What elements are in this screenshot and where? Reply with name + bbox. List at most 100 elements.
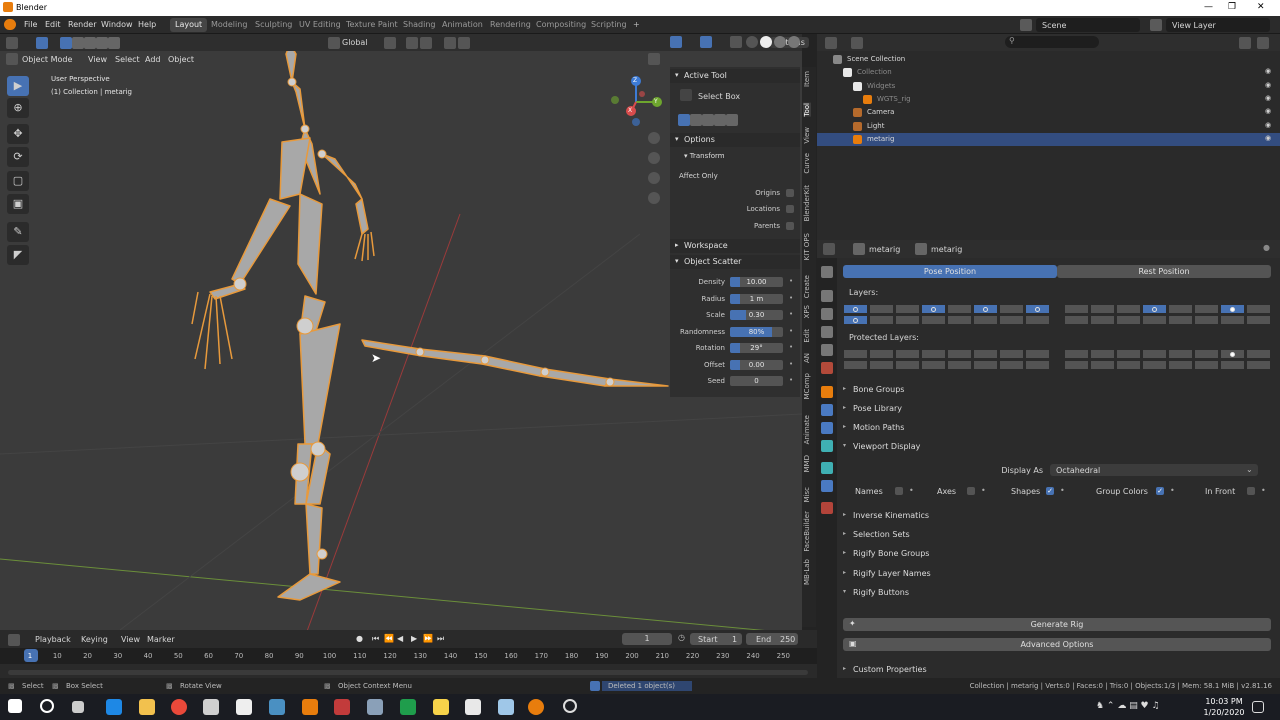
scene-tab-icon[interactable] bbox=[821, 344, 833, 356]
tab-animation[interactable]: Animation bbox=[437, 18, 488, 32]
scene-icon[interactable] bbox=[1020, 19, 1032, 31]
layer-toggle[interactable] bbox=[1168, 304, 1193, 314]
task-view-icon[interactable] bbox=[72, 701, 84, 713]
layer-toggle[interactable] bbox=[1116, 360, 1141, 370]
layer-toggle[interactable] bbox=[1116, 304, 1141, 314]
timeline-editor-icon[interactable] bbox=[8, 634, 20, 646]
layer-toggle[interactable] bbox=[869, 315, 894, 325]
layer-toggle[interactable] bbox=[1246, 349, 1271, 359]
tab-sculpting[interactable]: Sculpting bbox=[250, 18, 297, 32]
layer-toggle[interactable] bbox=[895, 349, 920, 359]
sidebar-tab[interactable]: Item bbox=[803, 71, 811, 87]
layer-toggle[interactable] bbox=[843, 304, 868, 314]
tab-uv-editing[interactable]: UV Editing bbox=[294, 18, 346, 32]
parents-checkbox[interactable] bbox=[786, 222, 794, 230]
outliner-search-input[interactable]: ⚲ bbox=[1005, 36, 1099, 48]
inverse-kinematics-panel[interactable]: ▸ Inverse Kinematics bbox=[839, 507, 1280, 525]
play-reverse-icon[interactable]: ◀ bbox=[397, 634, 403, 643]
keyframe-dot-icon[interactable]: • bbox=[789, 376, 793, 384]
blender-menu-icon[interactable] bbox=[4, 19, 16, 30]
snap-target-icon[interactable] bbox=[420, 37, 432, 49]
move-tool[interactable]: ✥ bbox=[7, 124, 29, 144]
app-icon-1[interactable] bbox=[236, 699, 252, 715]
scene-selector[interactable]: Scene bbox=[1036, 18, 1140, 32]
pose-position-button[interactable]: Pose Position bbox=[843, 265, 1057, 278]
layer-toggle[interactable] bbox=[1064, 315, 1089, 325]
layer-toggle[interactable] bbox=[947, 304, 972, 314]
layer-toggle[interactable] bbox=[1220, 315, 1245, 325]
prev-keyframe-icon[interactable]: ⏪ bbox=[384, 634, 394, 643]
layer-toggle[interactable] bbox=[1090, 304, 1115, 314]
viewport-display-panel[interactable]: ▾ Viewport Display bbox=[839, 438, 1280, 456]
workspace-section[interactable]: ▸ Workspace bbox=[670, 239, 800, 253]
keyframe-dot-icon[interactable]: • bbox=[789, 360, 793, 368]
scatter-field[interactable]: 0 bbox=[730, 376, 783, 386]
layer-toggle[interactable] bbox=[1220, 349, 1245, 359]
blender-taskbar-icon[interactable] bbox=[528, 699, 544, 715]
menu-keying[interactable]: Keying bbox=[81, 635, 108, 644]
transform-orientation-icon[interactable] bbox=[328, 37, 340, 49]
record-icon[interactable]: ● bbox=[356, 634, 363, 643]
tab-scripting[interactable]: Scripting bbox=[586, 18, 632, 32]
pan-hand-icon[interactable] bbox=[648, 152, 660, 164]
notifications-icon[interactable] bbox=[1252, 701, 1264, 713]
menu-render[interactable]: Render bbox=[68, 20, 96, 29]
layer-toggle[interactable] bbox=[843, 315, 868, 325]
layer-toggle[interactable] bbox=[1246, 360, 1271, 370]
display-checkbox[interactable] bbox=[967, 487, 975, 495]
measure-tool[interactable]: ◤ bbox=[7, 245, 29, 265]
layer-toggle[interactable] bbox=[973, 315, 998, 325]
menu-view[interactable]: View bbox=[88, 55, 107, 64]
outliner-row[interactable]: WGTS_rig ◉ bbox=[817, 93, 1280, 106]
layer-toggle[interactable] bbox=[1142, 349, 1167, 359]
menu-select[interactable]: Select bbox=[115, 55, 140, 64]
layer-toggle[interactable] bbox=[869, 304, 894, 314]
rigify-bone-groups-panel[interactable]: ▸ Rigify Bone Groups bbox=[839, 545, 1280, 563]
layer-toggle[interactable] bbox=[895, 315, 920, 325]
sidebar-tab[interactable]: Tool bbox=[803, 103, 811, 117]
next-keyframe-icon[interactable]: ⏩ bbox=[423, 634, 433, 643]
layer-toggle[interactable] bbox=[1064, 349, 1089, 359]
cursor-tool[interactable]: ⊕ bbox=[7, 98, 29, 118]
select-invert-icon[interactable] bbox=[96, 37, 108, 49]
layer-toggle[interactable] bbox=[869, 360, 894, 370]
layer-toggle[interactable] bbox=[1246, 304, 1271, 314]
properties-editor-icon[interactable] bbox=[823, 243, 835, 255]
visibility-eye-icon[interactable]: ◉ bbox=[1265, 134, 1271, 142]
layer-toggle[interactable] bbox=[1090, 349, 1115, 359]
keyframe-dot-icon[interactable]: • bbox=[789, 277, 793, 285]
outliner-row[interactable]: Collection ◉ bbox=[817, 66, 1280, 79]
selection-sets-panel[interactable]: ▸ Selection Sets bbox=[839, 526, 1280, 544]
menu-window[interactable]: Window bbox=[101, 20, 133, 29]
zoom-icon[interactable] bbox=[648, 132, 660, 144]
object-tab-icon[interactable] bbox=[821, 386, 833, 398]
constraints-tab-icon[interactable] bbox=[821, 480, 833, 492]
layer-toggle[interactable] bbox=[1168, 360, 1193, 370]
sidebar-tab[interactable]: Curve bbox=[803, 153, 811, 174]
rotate-tool[interactable]: ⟳ bbox=[7, 147, 29, 167]
menu-object[interactable]: Object bbox=[168, 55, 194, 64]
active-tool-section[interactable]: ▾ Active Tool bbox=[670, 69, 800, 83]
material-shading-icon[interactable] bbox=[774, 36, 786, 48]
search-taskbar-icon[interactable] bbox=[40, 699, 54, 713]
sidebar-tab[interactable]: XPS bbox=[803, 305, 811, 318]
wireframe-shading-icon[interactable] bbox=[746, 36, 758, 48]
outliner-editor-icon[interactable] bbox=[825, 37, 837, 49]
add-workspace-icon[interactable]: + bbox=[628, 18, 645, 32]
layer-toggle[interactable] bbox=[921, 304, 946, 314]
menu-file[interactable]: File bbox=[24, 20, 37, 29]
view-object-types-icon[interactable] bbox=[648, 53, 660, 65]
display-checkbox[interactable]: ✓ bbox=[1046, 487, 1054, 495]
keyframe-dot-icon[interactable]: • bbox=[981, 486, 986, 495]
rest-position-button[interactable]: Rest Position bbox=[1057, 265, 1271, 278]
world-tab-icon[interactable] bbox=[821, 362, 833, 374]
layer-toggle[interactable] bbox=[921, 315, 946, 325]
scatter-field[interactable]: 0.30 bbox=[730, 310, 783, 320]
menu-view-timeline[interactable]: View bbox=[121, 635, 140, 644]
object-mode-icon[interactable] bbox=[6, 53, 18, 65]
layer-toggle[interactable] bbox=[1064, 360, 1089, 370]
mode-extend-icon[interactable] bbox=[690, 114, 702, 126]
layer-toggle[interactable] bbox=[1168, 315, 1193, 325]
current-frame-field[interactable]: 1 bbox=[622, 633, 672, 645]
jump-start-icon[interactable]: ⏮ bbox=[372, 634, 379, 644]
